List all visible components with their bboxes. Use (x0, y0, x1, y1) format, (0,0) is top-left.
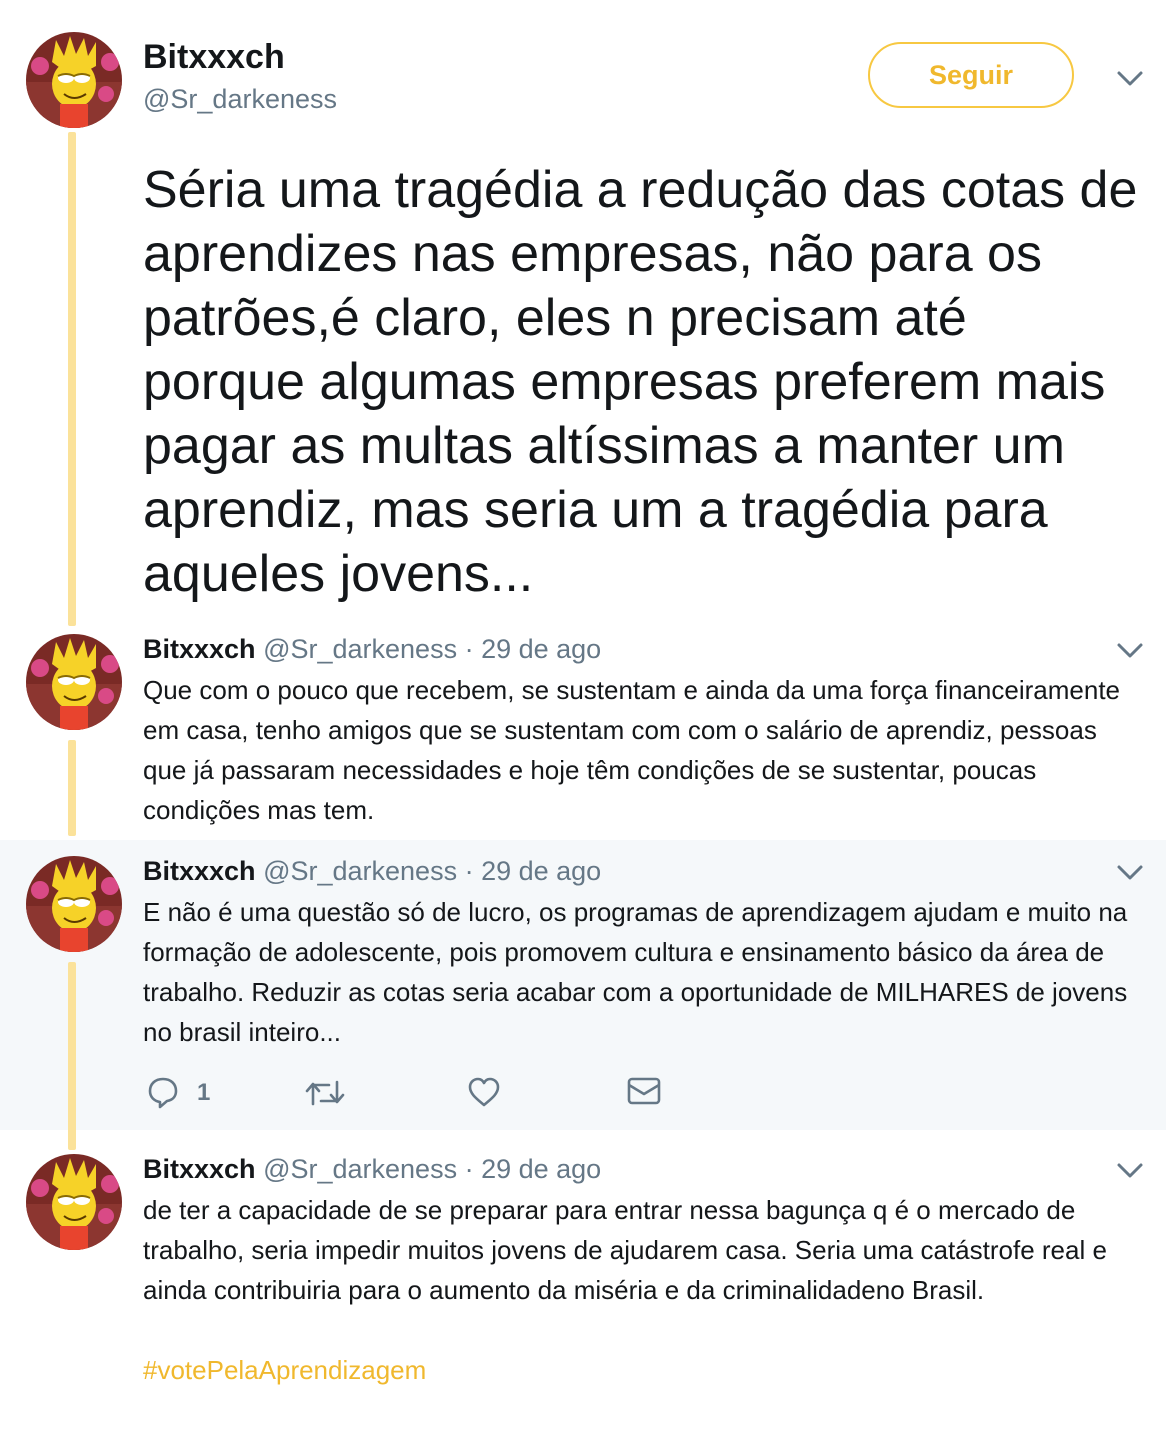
like-action[interactable] (467, 1076, 501, 1108)
tweet-date[interactable]: · 29 de ago (465, 1154, 602, 1184)
thread-line (68, 740, 76, 836)
thread-line (68, 132, 76, 626)
retweet-action[interactable] (305, 1076, 345, 1110)
follow-button[interactable]: Seguir (868, 42, 1074, 108)
author-name[interactable]: Bitxxxch (143, 38, 285, 77)
avatar[interactable] (26, 32, 122, 128)
author-handle[interactable]: @Sr_darkeness (263, 856, 457, 886)
reply-text: de ter a capacidade de se preparar para … (143, 1195, 1107, 1305)
reply-action[interactable]: 1 (147, 1076, 210, 1110)
avatar[interactable] (26, 856, 122, 952)
chevron-down-icon[interactable] (1116, 70, 1144, 88)
tweet-date[interactable]: · 29 de ago (465, 634, 602, 664)
author-name[interactable]: Bitxxxch (143, 856, 256, 886)
tweet-actions: 1 (143, 1076, 683, 1116)
reply-header: Bitxxxch @Sr_darkeness · 29 de ago (143, 856, 601, 887)
chevron-down-icon[interactable] (1116, 864, 1144, 882)
retweet-icon[interactable] (305, 1076, 345, 1110)
hashtag-link[interactable]: #votePelaAprendizagem (143, 1350, 1143, 1390)
author-name[interactable]: Bitxxxch (143, 634, 256, 664)
reply-text: Que com o pouco que recebem, se sustenta… (143, 675, 1121, 825)
chevron-down-icon[interactable] (1116, 1162, 1144, 1180)
author-handle[interactable]: @Sr_darkeness (143, 84, 337, 115)
main-tweet-text: Séria uma tragédia a redução das cotas d… (143, 161, 1138, 603)
author-handle[interactable]: @Sr_darkeness (263, 634, 457, 664)
chevron-down-icon[interactable] (1116, 642, 1144, 660)
author-name[interactable]: Bitxxxch (143, 1154, 256, 1184)
reply-text: E não é uma questão só de lucro, os prog… (143, 897, 1128, 1047)
reply-header: Bitxxxch @Sr_darkeness · 29 de ago (143, 1154, 601, 1185)
thread-line (68, 962, 76, 1150)
tweet-date[interactable]: · 29 de ago (465, 856, 602, 886)
message-action[interactable] (627, 1076, 661, 1106)
avatar[interactable] (26, 1154, 122, 1250)
avatar[interactable] (26, 634, 122, 730)
author-handle[interactable]: @Sr_darkeness (263, 1154, 457, 1184)
reply-icon[interactable] (147, 1076, 179, 1110)
like-icon[interactable] (467, 1076, 501, 1108)
reply-header: Bitxxxch @Sr_darkeness · 29 de ago (143, 634, 601, 665)
reply-count: 1 (197, 1079, 211, 1106)
direct-message-icon[interactable] (627, 1076, 661, 1106)
